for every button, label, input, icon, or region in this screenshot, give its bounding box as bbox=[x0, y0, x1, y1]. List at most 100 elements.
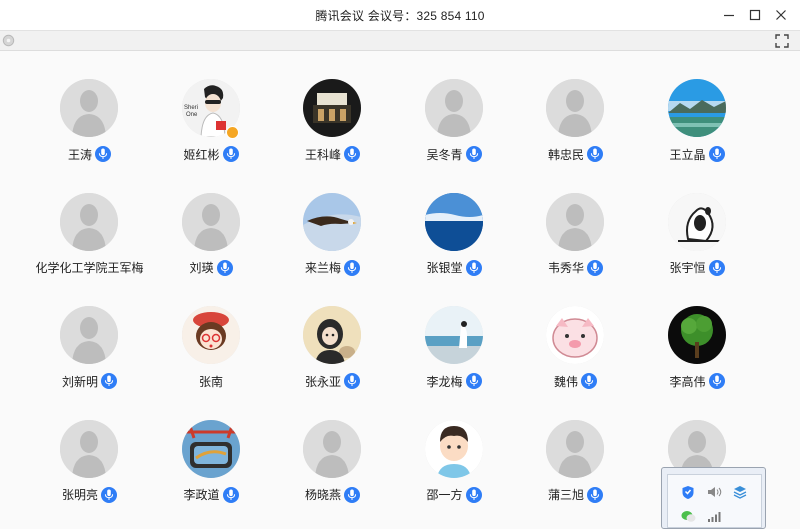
participant-name: 李高伟 bbox=[669, 374, 706, 389]
participant-name-row: 张银堂 bbox=[394, 259, 515, 277]
participant-avatar-placeholder bbox=[546, 419, 604, 478]
microphone-icon[interactable] bbox=[587, 259, 603, 276]
participant-tile[interactable]: 李政道 bbox=[151, 393, 272, 506]
microphone-icon[interactable] bbox=[344, 146, 360, 162]
participant-tile[interactable]: 张南 bbox=[151, 279, 272, 392]
participant-name: 杨晓燕 bbox=[304, 488, 341, 502]
microphone-icon[interactable] bbox=[222, 486, 239, 503]
microphone-icon[interactable] bbox=[581, 373, 597, 389]
participant-avatar-photo bbox=[667, 192, 726, 251]
window-controls bbox=[716, 0, 794, 30]
svg-text:One: One bbox=[186, 112, 198, 118]
microphone-icon[interactable] bbox=[708, 373, 725, 389]
microphone-icon[interactable] bbox=[216, 259, 233, 276]
participant-avatar-photo bbox=[424, 192, 483, 251]
microphone-icon[interactable] bbox=[465, 486, 482, 503]
microphone-icon[interactable] bbox=[587, 486, 603, 503]
participant-tile[interactable]: 王涛 bbox=[29, 52, 150, 165]
close-button[interactable] bbox=[768, 0, 794, 30]
participant-tile[interactable]: 杨晓燕 bbox=[272, 393, 393, 506]
participant-tile[interactable]: 邵一方 bbox=[394, 393, 515, 506]
participant-name-row: 王科峰 bbox=[272, 145, 393, 163]
participant-avatar-photo bbox=[303, 306, 361, 364]
participant-tile[interactable]: 张银堂 bbox=[394, 166, 515, 279]
shield-icon[interactable] bbox=[680, 484, 696, 500]
participant-tile[interactable]: 王立晶 bbox=[637, 52, 758, 165]
participant-name-row: 魏伟 bbox=[515, 372, 636, 390]
fullscreen-button[interactable] bbox=[775, 34, 789, 48]
participant-name: 吴冬青 bbox=[426, 147, 463, 162]
participant-name-row: 杨晓燕 bbox=[272, 486, 393, 504]
participant-tile[interactable]: 张明亮 bbox=[29, 393, 150, 506]
participant-tile[interactable]: 魏伟 bbox=[515, 279, 636, 392]
microphone-icon[interactable] bbox=[95, 146, 111, 162]
participant-tile[interactable]: 李龙梅 bbox=[394, 279, 515, 392]
participant-tile[interactable]: 化学化工学院王军梅 bbox=[29, 166, 150, 279]
participant-tile[interactable]: Sheri One 姬红彬 bbox=[151, 52, 272, 165]
settings-button[interactable] bbox=[2, 34, 15, 47]
microphone-icon[interactable] bbox=[465, 373, 482, 389]
participant-name-row: 李龙梅 bbox=[394, 372, 515, 390]
participant-name-row: 刘瑛 bbox=[151, 259, 272, 277]
volume-icon[interactable] bbox=[706, 484, 722, 500]
layers-icon[interactable] bbox=[732, 484, 748, 500]
participant-name: 王立晶 bbox=[669, 147, 706, 162]
wechat-icon[interactable] bbox=[680, 508, 696, 524]
participant-tile[interactable]: 李高伟 bbox=[637, 279, 758, 392]
participant-name-row: 化学化工学院王军梅 bbox=[29, 259, 150, 277]
participant-name: 李政道 bbox=[183, 488, 220, 502]
participant-avatar-photo bbox=[546, 306, 604, 364]
participant-tile[interactable]: 来兰梅 bbox=[272, 166, 393, 279]
svg-text:Sheri: Sheri bbox=[184, 105, 198, 111]
participant-name-row: 王涛 bbox=[29, 145, 150, 163]
participant-avatar-placeholder bbox=[60, 79, 118, 137]
microphone-icon[interactable] bbox=[465, 259, 482, 276]
participant-avatar-placeholder bbox=[424, 79, 483, 137]
fullscreen-icon bbox=[775, 34, 789, 48]
microphone-icon[interactable] bbox=[101, 373, 117, 389]
participant-name: 姬红彬 bbox=[183, 147, 220, 162]
microphone-icon[interactable] bbox=[344, 373, 360, 389]
participant-name-row: 李政道 bbox=[151, 486, 272, 504]
microphone-icon[interactable] bbox=[222, 146, 239, 162]
microphone-icon[interactable] bbox=[344, 259, 360, 276]
participant-name-row: 张宇恒 bbox=[637, 259, 758, 277]
participant-tile[interactable]: 张宇恒 bbox=[637, 166, 758, 279]
participant-tile[interactable]: 蒲三旭 bbox=[515, 393, 636, 506]
participant-name-row: 韦秀华 bbox=[515, 259, 636, 277]
participant-name: 邵一方 bbox=[426, 488, 463, 502]
participant-name-row: 吴冬青 bbox=[394, 145, 515, 163]
microphone-icon[interactable] bbox=[465, 146, 482, 162]
participant-avatar-placeholder bbox=[60, 419, 118, 478]
participant-name: 张永亚 bbox=[304, 374, 341, 389]
microphone-icon[interactable] bbox=[708, 259, 725, 276]
participant-tile[interactable]: 张永亚 bbox=[272, 279, 393, 392]
participant-tile[interactable]: 王科峰 bbox=[272, 52, 393, 165]
microphone-icon[interactable] bbox=[708, 146, 725, 162]
participant-tile[interactable]: 刘瑛 bbox=[151, 166, 272, 279]
participant-tile[interactable]: 吴冬青 bbox=[394, 52, 515, 165]
participant-name: 韩忠民 bbox=[547, 147, 584, 162]
maximize-button[interactable] bbox=[742, 0, 768, 30]
participant-avatar-photo bbox=[667, 306, 726, 364]
minimize-button[interactable] bbox=[716, 0, 742, 30]
participant-tile[interactable]: 韦秀华 bbox=[515, 166, 636, 279]
participant-name-row: 王立晶 bbox=[637, 145, 758, 163]
participant-tile[interactable]: 韩忠民 bbox=[515, 52, 636, 165]
microphone-icon[interactable] bbox=[101, 486, 117, 503]
minimize-icon bbox=[724, 14, 734, 17]
signal-icon[interactable] bbox=[706, 508, 722, 524]
microphone-icon[interactable] bbox=[344, 486, 360, 503]
participant-avatar-photo bbox=[424, 306, 483, 364]
participant-name: 王科峰 bbox=[304, 147, 341, 162]
microphone-icon[interactable] bbox=[587, 146, 603, 162]
participant-name: 魏伟 bbox=[553, 374, 578, 389]
participant-avatar-placeholder bbox=[546, 192, 604, 251]
participant-avatar-photo bbox=[303, 192, 361, 251]
participant-tile[interactable]: 刘新明 bbox=[29, 279, 150, 392]
participant-name: 张南 bbox=[198, 374, 223, 389]
participant-avatar-photo bbox=[424, 419, 483, 478]
close-icon bbox=[776, 10, 786, 20]
participant-avatar-placeholder bbox=[60, 306, 118, 364]
title-bar: 腾讯会议 会议号：325 854 110 bbox=[0, 0, 800, 30]
